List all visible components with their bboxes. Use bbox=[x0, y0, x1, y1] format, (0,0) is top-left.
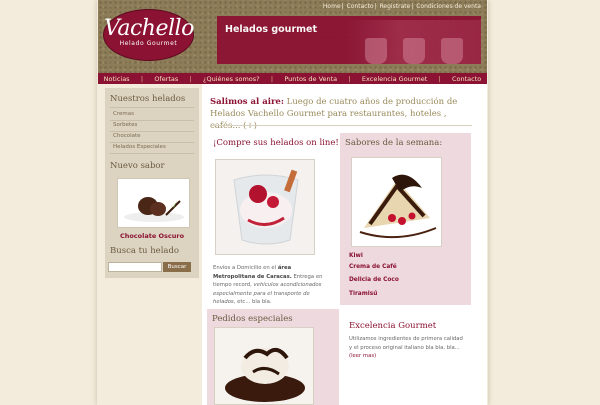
special-orders-title[interactable]: Pedidos especiales bbox=[212, 314, 293, 324]
sidebar-item-sorbetes[interactable]: Sorbetes bbox=[113, 122, 137, 128]
online-title[interactable]: ¡Compre sus helados on line! bbox=[213, 138, 339, 148]
intro-text: Salimos al aire: Luego de cuatro años de… bbox=[210, 96, 472, 132]
online-text: Envíos a Domicilio en el área Metropolit… bbox=[213, 265, 323, 305]
nav-item-ofertas[interactable]: Ofertas bbox=[154, 75, 178, 83]
sidebar-item-especiales[interactable]: Helados Especiales bbox=[113, 144, 166, 150]
hero-ice-cream-cups-image bbox=[345, 20, 481, 64]
search-title: Busca tu helado bbox=[110, 246, 180, 256]
search-button[interactable]: Buscar bbox=[163, 262, 191, 272]
flavor-item-delicia-de-coco[interactable]: Delicia de Coco bbox=[349, 277, 399, 283]
hero-title: Helados gourmet bbox=[225, 24, 318, 35]
new-flavor-image[interactable] bbox=[117, 178, 190, 228]
flavors-title: Sabores de la semana: bbox=[345, 138, 443, 148]
nav-item-noticias[interactable]: Noticias bbox=[104, 75, 130, 83]
logo-tagline: Helado Gourmet bbox=[119, 40, 178, 47]
online-ice-cream-image[interactable] bbox=[215, 159, 315, 255]
nav-item-excelencia-gourmet[interactable]: Excelencia Gourmet bbox=[362, 75, 427, 83]
nav-item-quienes-somos[interactable]: ¿Quiénes somos? bbox=[203, 75, 260, 83]
top-link-terms[interactable]: Condiciones de venta bbox=[416, 3, 481, 10]
special-orders-image[interactable] bbox=[214, 327, 314, 405]
logo-name: Vachello bbox=[104, 16, 194, 41]
excellence-read-more-link[interactable]: (leer mas) bbox=[349, 353, 376, 359]
nav-item-contacto[interactable]: Contacto bbox=[452, 75, 481, 83]
top-link-home[interactable]: Home bbox=[323, 3, 341, 10]
top-links: Home| Contacto| Registrate| Condiciones … bbox=[322, 3, 481, 10]
excellence-text: Utilizamos ingredientes de primera calid… bbox=[349, 336, 463, 359]
sidebar-section-title: Nuestros helados bbox=[110, 94, 186, 104]
excellence-title[interactable]: Excelencia Gourmet bbox=[349, 321, 436, 331]
new-flavor-title: Nuevo sabor bbox=[110, 161, 165, 171]
divider bbox=[210, 125, 472, 126]
intro-lead: Salimos al aire: bbox=[210, 97, 284, 107]
flavor-item-tiramisu[interactable]: Tiramisú bbox=[349, 291, 377, 297]
flavor-item-crema-de-cafe[interactable]: Crema de Café bbox=[349, 264, 397, 270]
top-link-contact[interactable]: Contacto bbox=[347, 3, 374, 10]
main-nav: Noticias | Ofertas | ¿Quiénes somos? | Punt… bbox=[98, 73, 487, 84]
logo[interactable]: Vachello Helado Gourmet bbox=[103, 9, 194, 61]
hero-banner: Helados gourmet bbox=[217, 16, 481, 64]
nav-item-puntos-de-venta[interactable]: Puntos de Venta bbox=[284, 75, 337, 83]
search-input[interactable] bbox=[108, 262, 162, 272]
sidebar: Nuestros helados Cremas Sorbetes Chocola… bbox=[105, 88, 199, 278]
new-flavor-name[interactable]: Chocolate Oscuro bbox=[105, 232, 199, 240]
sidebar-item-cremas[interactable]: Cremas bbox=[113, 111, 134, 117]
flavor-item-kiwi[interactable]: Kiwi bbox=[349, 253, 363, 259]
top-link-register[interactable]: Registrate bbox=[380, 3, 411, 10]
sidebar-item-chocolate[interactable]: Chocolate bbox=[113, 133, 141, 139]
flavor-dessert-image[interactable] bbox=[351, 157, 442, 247]
